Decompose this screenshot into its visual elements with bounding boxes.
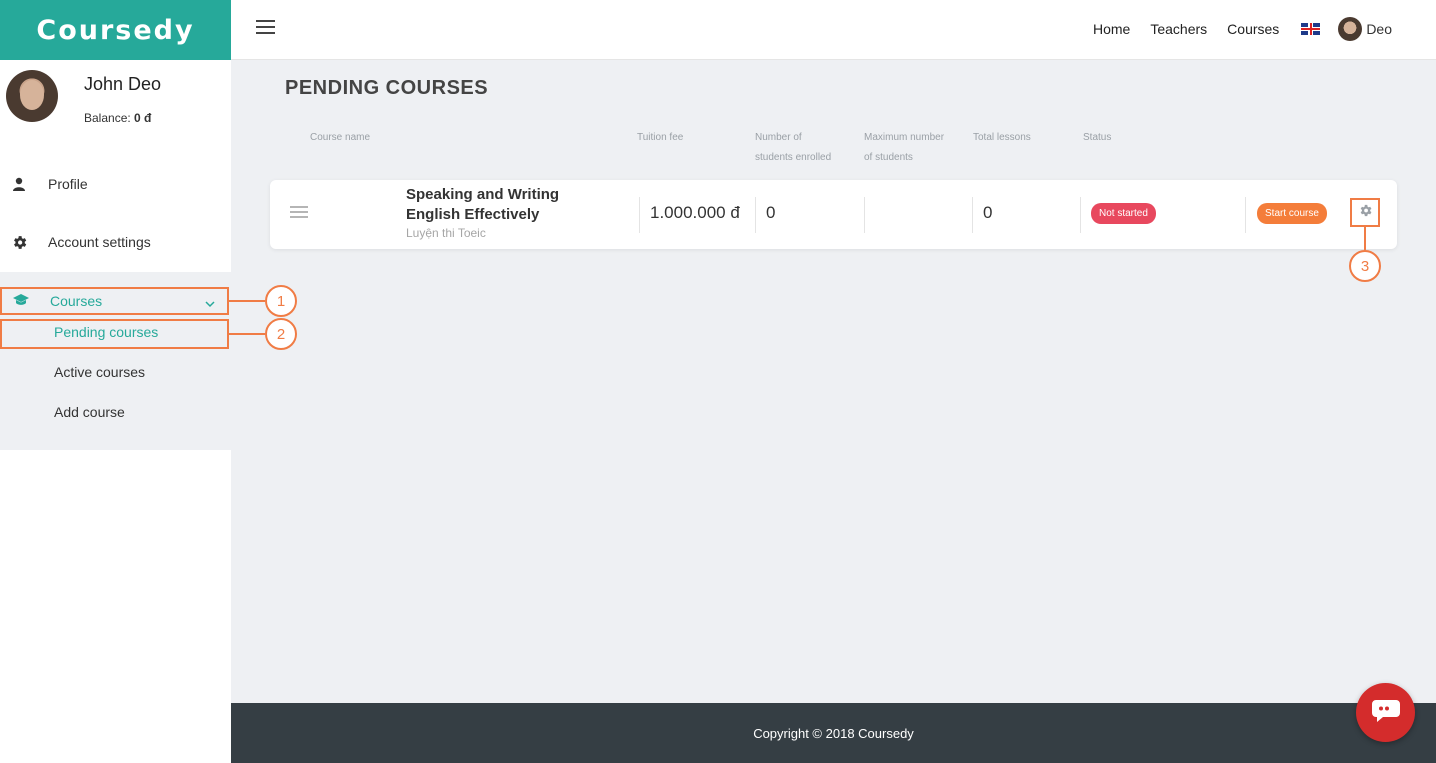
col-header-max-students: Maximum number of students [864,128,944,168]
nav-home[interactable]: Home [1093,21,1130,37]
balance-value: 0 đ [134,111,152,125]
col-header-tuition: Tuition fee [637,132,684,143]
course-name-line2: English Effectively [406,206,540,223]
sidebar: Coursedy John Deo Balance: 0 đ Profile A… [0,0,231,763]
user-name: John Deo [84,74,162,94]
status-badge: Not started [1091,203,1156,224]
callout-2: 2 [265,318,297,350]
sidebar-item-label: Courses [50,293,103,309]
logo-bar: Coursedy [0,0,231,60]
sidebar-subitem-active-courses[interactable]: Active courses [54,364,145,380]
divider [755,197,756,233]
top-nav: Home Teachers Courses Deo [1073,0,1392,58]
sidebar-item-courses[interactable]: Courses [0,287,229,315]
graduation-cap-icon [12,293,32,310]
nav-courses[interactable]: Courses [1227,21,1279,37]
topbar: Home Teachers Courses Deo [231,0,1436,60]
col-header-lessons: Total lessons [973,132,1031,143]
divider [972,197,973,233]
app-logo[interactable]: Coursedy [36,15,194,46]
balance: Balance: 0 đ [84,111,151,125]
user-avatar-small[interactable] [1338,17,1363,41]
callout-3: 3 [1349,250,1381,282]
sidebar-item-account-settings[interactable]: Account settings [0,213,231,271]
start-course-button[interactable]: Start course [1257,203,1327,224]
col-header-max-line1: Maximum number [864,132,945,143]
sidebar-subitem-pending-courses[interactable]: Pending courses [54,324,158,340]
col-header-status: Status [1083,132,1112,143]
nav-teachers[interactable]: Teachers [1150,21,1207,37]
sidebar-item-profile[interactable]: Profile [0,155,231,213]
col-header-enrolled-line1: Number of [755,132,802,143]
footer: Copyright © 2018 Coursedy [231,703,1436,763]
user-menu-name[interactable]: Deo [1366,21,1392,37]
divider [639,197,640,233]
sidebar-subitem-add-course[interactable]: Add course [54,404,125,420]
col-header-enrolled: Number of students enrolled [755,128,831,168]
gear-icon [10,233,28,251]
total-lessons: 0 [983,203,993,222]
col-header-course-name: Course name [310,132,371,143]
callout-1: 1 [265,285,297,317]
person-icon [10,175,28,193]
hamburger-menu-icon[interactable] [256,20,275,34]
callout-line [229,300,265,302]
gear-icon [1358,203,1373,223]
students-enrolled: 0 [766,203,776,222]
chevron-down-icon[interactable] [205,295,215,311]
sidebar-item-label: Account settings [48,234,151,250]
course-name-line1: Speaking and Writing [406,186,560,203]
chat-bubble-icon [1371,697,1401,728]
col-header-max-line2: of students [864,152,913,163]
uk-flag-icon[interactable] [1301,23,1321,35]
user-block: John Deo Balance: 0 đ [0,60,231,145]
user-avatar [6,70,58,122]
chat-button[interactable] [1356,683,1415,742]
tuition-fee: 1.000.000 đ [650,203,740,222]
divider [1245,197,1246,233]
callout-line [1364,227,1366,250]
table-row[interactable]: Speaking and Writing English Effectively… [270,180,1397,249]
row-settings-button[interactable] [1350,198,1380,227]
course-category: Luyện thi Toeic [406,226,486,240]
divider [864,197,865,233]
sidebar-menu: Profile Account settings [0,155,231,271]
course-name[interactable]: Speaking and Writing English Effectively [406,185,606,225]
callout-line [229,333,265,335]
sidebar-item-label: Profile [48,176,88,192]
copyright-text: Copyright © 2018 Coursedy [753,725,914,741]
col-header-enrolled-line2: students enrolled [755,152,832,163]
balance-label: Balance: [84,111,131,125]
courses-section: Courses Pending courses Active courses A… [0,272,231,450]
drag-handle-icon[interactable] [290,206,308,221]
divider [1080,197,1081,233]
page-title: PENDING COURSES [285,77,489,99]
